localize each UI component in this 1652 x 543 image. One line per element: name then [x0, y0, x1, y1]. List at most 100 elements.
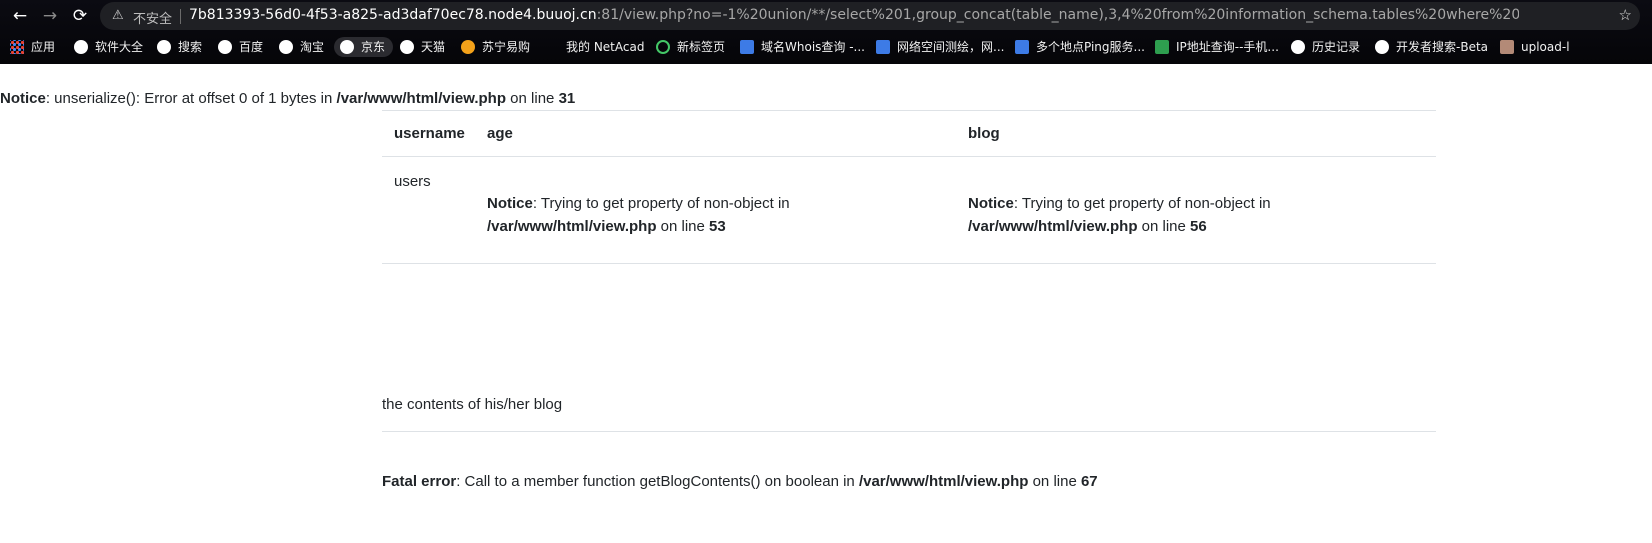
- bookmark-label: 搜索: [178, 40, 203, 54]
- fatal-prefix: Fatal error: [382, 473, 457, 490]
- header-divider: [382, 156, 1436, 157]
- notice-line-1: Notice: Trying to get property of non-ob…: [487, 192, 790, 215]
- url-host: 7b813393-56d0-4f53-a825-ad3daf70ec78.nod…: [189, 7, 597, 23]
- notice-text: : unserialize(): Error at offset 0 of 1 …: [45, 90, 337, 107]
- apps-grid-icon: [10, 40, 24, 54]
- bookmark-item[interactable]: 京东: [334, 37, 394, 57]
- bookmarks-bar: 应用 软件大全 搜索 百度 淘宝 京东 天猫 苏宁易购 我的 NetAcad 新…: [0, 33, 1652, 61]
- bookmark-label: 百度: [239, 40, 264, 54]
- bookmark-apps[interactable]: 应用: [10, 37, 55, 57]
- bookmark-item[interactable]: 多个地点Ping服务...: [1015, 37, 1145, 57]
- notice-file: /var/www/html/view.php: [968, 218, 1138, 235]
- notice-text: : Trying to get property of non-object i…: [1013, 195, 1271, 212]
- notice-line-2: /var/www/html/view.php on line 53: [487, 215, 790, 238]
- bookmark-label: 我的 NetAcad: [566, 40, 645, 54]
- bookmark-item[interactable]: 我的 NetAcad: [566, 37, 644, 57]
- bookmark-item[interactable]: 开发者搜索-Beta: [1375, 37, 1488, 57]
- globe-icon: [1375, 40, 1389, 54]
- notice-prefix: Notice: [968, 195, 1014, 212]
- globe-icon: [218, 40, 232, 54]
- bookmark-label: 网络空间测绘，网...: [897, 40, 1005, 54]
- site-icon: [1155, 40, 1169, 54]
- notice-file: /var/www/html/view.php: [487, 218, 657, 235]
- notice-prefix: Notice: [0, 90, 46, 107]
- column-header-username: username: [394, 125, 465, 142]
- column-header-blog: blog: [968, 125, 1000, 142]
- blog-contents-text: the contents of his/her blog: [382, 396, 563, 413]
- bookmark-label: IP地址查询--手机...: [1176, 40, 1279, 54]
- bookmark-label: 京东: [361, 40, 386, 54]
- bookmark-item[interactable]: 历史记录: [1291, 37, 1360, 57]
- suning-icon: [461, 40, 475, 54]
- warning-icon[interactable]: ⚠: [112, 8, 124, 23]
- bookmark-item[interactable]: 苏宁易购: [461, 37, 530, 57]
- cell-blog-notice: Notice: Trying to get property of non-ob…: [968, 192, 1271, 238]
- bookmark-label: 苏宁易购: [482, 40, 531, 54]
- bookmark-item[interactable]: 域名Whois查询 -...: [740, 37, 865, 57]
- notice-on-line: on line: [656, 218, 710, 235]
- site-icon: [740, 40, 754, 54]
- globe-icon: [340, 40, 354, 54]
- notice-on-line: on line: [506, 90, 559, 107]
- bookmark-item[interactable]: IP地址查询--手机...: [1155, 37, 1279, 57]
- reload-icon[interactable]: ⟳: [68, 4, 92, 28]
- bookmark-label: 淘宝: [300, 40, 325, 54]
- globe-icon: [157, 40, 171, 54]
- bookmark-item[interactable]: upload-l: [1500, 37, 1570, 57]
- insecure-label[interactable]: 不安全: [133, 8, 172, 27]
- site-icon: [1015, 40, 1029, 54]
- bookmark-item[interactable]: 新标签页: [656, 37, 725, 57]
- php-fatal-error: Fatal error: Call to a member function g…: [382, 473, 1098, 490]
- notice-line: 56: [1190, 218, 1207, 235]
- bookmark-label: 新标签页: [677, 40, 726, 54]
- notice-line-2: /var/www/html/view.php on line 56: [968, 215, 1271, 238]
- fatal-line: 67: [1080, 473, 1098, 490]
- cell-age-notice: Notice: Trying to get property of non-ob…: [487, 192, 790, 238]
- notice-text: : Trying to get property of non-object i…: [532, 195, 790, 212]
- bookmark-label: 应用: [31, 40, 56, 54]
- circle-icon: [656, 40, 670, 54]
- browser-chrome: ← → ⟳ ⚠ 不安全 7b813393-56d0-4f53-a825-ad3d…: [0, 0, 1652, 64]
- bookmark-label: 软件大全: [95, 40, 144, 54]
- globe-icon: [279, 40, 293, 54]
- bookmark-label: 多个地点Ping服务...: [1036, 40, 1145, 54]
- bookmark-label: upload-l: [1521, 40, 1570, 54]
- notice-prefix: Notice: [487, 195, 533, 212]
- notice-file: /var/www/html/view.php: [336, 90, 507, 107]
- table-bottom-border: [382, 263, 1436, 264]
- url-path: :81/view.php?no=-1%20union/**/select%201…: [596, 7, 1519, 23]
- php-notice-unserialize: Notice: unserialize(): Error at offset 0…: [0, 90, 575, 107]
- bookmark-item[interactable]: 网络空间测绘，网...: [876, 37, 1004, 57]
- globe-icon: [74, 40, 88, 54]
- cell-username: users: [394, 173, 431, 190]
- address-separator: [180, 9, 181, 24]
- globe-icon: [1291, 40, 1305, 54]
- fatal-text: : Call to a member function getBlogConte…: [456, 473, 859, 490]
- blog-divider: [382, 431, 1436, 432]
- fatal-file: /var/www/html/view.php: [858, 473, 1029, 490]
- globe-icon: [400, 40, 414, 54]
- bookmark-item[interactable]: 软件大全: [74, 37, 143, 57]
- notice-on-line: on line: [1137, 218, 1191, 235]
- forward-arrow-icon[interactable]: →: [38, 4, 62, 28]
- back-arrow-icon[interactable]: ←: [8, 4, 32, 28]
- bookmark-label: 历史记录: [1312, 40, 1361, 54]
- bookmark-item[interactable]: 搜索: [157, 37, 202, 57]
- notice-line-1: Notice: Trying to get property of non-ob…: [968, 192, 1271, 215]
- fatal-on-line: on line: [1028, 473, 1081, 490]
- url-text[interactable]: 7b813393-56d0-4f53-a825-ad3daf70ec78.nod…: [189, 7, 1519, 23]
- bookmark-label: 域名Whois查询 -...: [761, 40, 865, 54]
- image-icon: [1500, 40, 1514, 54]
- column-header-age: age: [487, 125, 513, 142]
- table-top-border: [382, 110, 1436, 111]
- notice-line: 53: [709, 218, 726, 235]
- site-icon: [876, 40, 890, 54]
- bookmark-item[interactable]: 天猫: [400, 37, 445, 57]
- bookmark-item[interactable]: 百度: [218, 37, 263, 57]
- bookmark-star-icon[interactable]: ☆: [1619, 6, 1632, 24]
- bookmark-item[interactable]: 淘宝: [279, 37, 324, 57]
- address-bar[interactable]: ⚠ 不安全 7b813393-56d0-4f53-a825-ad3daf70ec…: [100, 2, 1640, 30]
- notice-line: 31: [558, 90, 576, 107]
- bookmark-label: 开发者搜索-Beta: [1396, 40, 1489, 54]
- bookmark-label: 天猫: [421, 40, 446, 54]
